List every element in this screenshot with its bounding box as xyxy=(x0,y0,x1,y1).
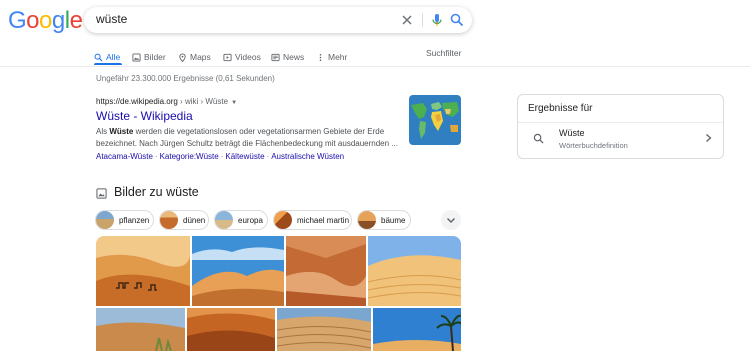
image-result-palm-tree[interactable] xyxy=(373,308,461,351)
result-thumbnail-world-map[interactable] xyxy=(409,95,461,145)
active-tab-indicator xyxy=(94,63,122,65)
result-stats: Ungefähr 23.300.000 Ergebnisse (0,61 Sek… xyxy=(96,74,275,83)
tab-videos[interactable]: Videos xyxy=(223,48,261,66)
chevron-right-icon[interactable] xyxy=(704,133,713,143)
sitelink-separator: · xyxy=(220,152,224,161)
chip-label: dünen xyxy=(183,215,206,225)
dictionary-word-link[interactable]: Wüste xyxy=(559,128,585,138)
logo-letter-g: G xyxy=(8,7,27,34)
sitelink[interactable]: Australische Wüsten xyxy=(271,152,344,161)
panel-title: Ergebnisse für xyxy=(528,103,593,114)
sitelink-separator: · xyxy=(266,152,270,161)
chip-thumbnail xyxy=(274,211,292,229)
knowledge-panel: Ergebnisse für Wüste Wörterbuchdefinitio… xyxy=(517,94,724,159)
chip-label: michael martin xyxy=(297,215,350,225)
search-icon[interactable] xyxy=(449,12,465,28)
image-result-dune-ripples[interactable] xyxy=(368,236,461,306)
news-icon xyxy=(271,53,280,61)
chip-thumbnail xyxy=(215,211,233,229)
video-icon xyxy=(223,53,232,61)
tab-news[interactable]: News xyxy=(271,48,304,66)
image-icon xyxy=(132,52,141,62)
tab-label: Videos xyxy=(235,52,261,62)
search-input[interactable]: wüste xyxy=(96,12,127,26)
result-title-link[interactable]: Wüste - Wikipedia xyxy=(96,109,193,123)
clear-icon[interactable] xyxy=(399,12,415,28)
tab-label: Maps xyxy=(190,52,211,62)
sitelinks: Atacama-Wüste · Kategorie:Wüste · Kältewüste… xyxy=(96,152,344,161)
image-result-camels[interactable] xyxy=(96,236,190,306)
image-chip-europa[interactable]: europa xyxy=(214,210,268,230)
chip-thumbnail xyxy=(96,211,114,229)
sitelink-separator: · xyxy=(154,152,158,161)
image-icon xyxy=(96,188,107,199)
sitelink[interactable]: Kältewüste xyxy=(225,152,264,161)
search-icon xyxy=(94,53,103,61)
search-divider xyxy=(422,13,423,27)
chip-label: bäume xyxy=(381,215,406,225)
image-result-sunset-dunes[interactable] xyxy=(187,308,275,351)
tab-maps[interactable]: Maps xyxy=(178,48,211,66)
search-box[interactable]: wüste xyxy=(84,7,472,33)
sitelink[interactable]: Kategorie:Wüste xyxy=(160,152,219,161)
chevron-down-icon xyxy=(447,218,455,223)
panel-divider xyxy=(518,122,723,123)
microphone-icon[interactable] xyxy=(429,12,445,28)
result-domain: https://de.wikipedia.org xyxy=(96,97,178,106)
tab-bilder[interactable]: Bilder xyxy=(132,48,166,66)
tools-button[interactable]: Suchfilter xyxy=(426,48,461,58)
more-vertical-icon xyxy=(319,53,322,61)
chip-label: pflanzen xyxy=(119,215,150,225)
image-result-wavy-sand[interactable] xyxy=(277,308,371,351)
tab-label: Mehr xyxy=(328,52,348,62)
snippet-text: Als xyxy=(96,127,110,136)
logo-letter-o2: o xyxy=(39,7,52,34)
snippet-text: werden die vegetationslosen oder vegetat… xyxy=(96,127,398,148)
tab-label: Alle xyxy=(106,52,121,62)
dictionary-subtitle: Wörterbuchdefinition xyxy=(559,141,628,150)
chip-label: europa xyxy=(238,215,263,225)
logo-letter-e: e xyxy=(69,7,83,34)
image-chip-duenen[interactable]: dünen xyxy=(159,210,209,230)
chip-thumbnail xyxy=(160,211,178,229)
tab-label: News xyxy=(283,52,305,62)
google-logo[interactable]: Google xyxy=(8,7,83,34)
result-path: › wiki › Wüste xyxy=(177,97,229,106)
header-divider xyxy=(0,66,750,67)
image-chip-pflanzen[interactable]: pflanzen xyxy=(95,210,154,230)
images-section-title: Bilder zu wüste xyxy=(114,185,199,199)
snippet-highlight: Wüste xyxy=(109,127,134,136)
result-url[interactable]: https://de.wikipedia.org › wiki › Wüste ▼ xyxy=(96,97,237,106)
logo-letter-g2: g xyxy=(51,7,65,34)
image-result-desert-plants[interactable] xyxy=(96,308,185,351)
image-result-dunes-sky[interactable] xyxy=(192,236,284,306)
result-snippet: Als Wüste werden die vegetationslosen od… xyxy=(96,126,400,150)
sitelink[interactable]: Atacama-Wüste xyxy=(96,152,153,161)
image-chip-baeume[interactable]: bäume xyxy=(357,210,411,230)
tab-label: Bilder xyxy=(144,52,166,62)
caret-down-icon[interactable]: ▼ xyxy=(231,100,237,106)
chips-expand-button[interactable] xyxy=(441,210,461,230)
image-chip-michael-martin[interactable]: michael martin xyxy=(273,210,352,230)
chip-thumbnail xyxy=(358,211,376,229)
map-pin-icon xyxy=(179,53,186,62)
image-result-red-dunes[interactable] xyxy=(286,236,366,306)
tab-mehr[interactable]: Mehr xyxy=(316,48,347,66)
search-icon xyxy=(533,133,544,144)
logo-letter-o1: o xyxy=(26,7,40,34)
